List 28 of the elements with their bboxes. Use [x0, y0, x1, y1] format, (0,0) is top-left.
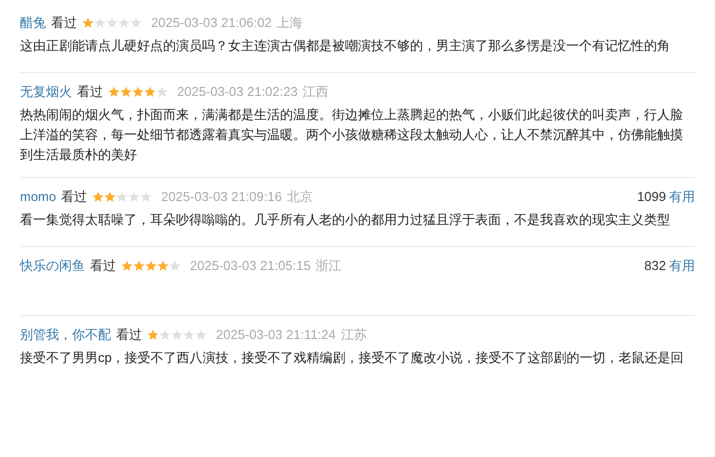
user-name-link[interactable]: 快乐の闲鱼 — [20, 257, 85, 275]
watch-status: 看过 — [51, 14, 77, 32]
comment-time: 2025-03-03 21:02:23 — [177, 83, 298, 101]
useful-link[interactable]: 有用 — [669, 188, 695, 206]
comment-location: 江苏 — [340, 326, 367, 344]
user-name-link[interactable]: 无复烟火 — [20, 83, 72, 101]
user-name-link[interactable]: momo — [20, 188, 56, 206]
comment-time: 2025-03-03 21:11:24 — [216, 326, 336, 344]
comment-location: 江西 — [302, 83, 329, 101]
watch-status: 看过 — [61, 188, 88, 206]
user-name-link[interactable]: 醋兔 — [20, 14, 46, 32]
comment-text: 这由正剧能请点儿硬好点的演员吗？女主连演古偶都是被嘲演技不够的，男主演了那么多愣是没一个有记忆性的角 — [20, 37, 671, 55]
comment-time: 2025-03-03 21:06:02 — [151, 14, 272, 32]
watch-status: 看过 — [90, 257, 116, 275]
user-name-link[interactable]: 别管我，你不配 — [20, 326, 111, 344]
comment-text: 接受不了男男cp，接受不了西八演技，接受不了戏精编剧，接受不了魔改小说，接受不了这部剧的一切，老鼠还是回 — [20, 349, 685, 367]
comment-text: 热热闹闹的烟火气，扑面而来，满满都是生活的温度。街边摊位上蒸腾起的热气，小贩们此起彼伏的叫卖声，行人脸上洋溢的笑容，每一处细节都透露着真实与温暖。两个小孩做糖稀这段太触动人心，让人不禁沉醉其中，仿佛能触摸到生活最质朴的美好 — [20, 106, 684, 164]
watch-status: 看过 — [116, 326, 142, 344]
comment-location: 上海 — [276, 14, 303, 32]
useful-count: 832 — [644, 257, 666, 275]
comment-location: 北京 — [286, 188, 313, 206]
comment-location: 浙江 — [316, 257, 342, 275]
comment-text: 看一集觉得太聒噪了，耳朵吵得嗡嗡的。几乎所有人老的小的都用力过猛且浮于表面，不是我喜欢的现实主义类型 — [20, 211, 671, 229]
watch-status: 看过 — [77, 83, 103, 101]
useful-link[interactable]: 有用 — [669, 257, 695, 275]
comment-time: 2025-03-03 21:09:16 — [161, 188, 282, 206]
useful-count: 1099 — [637, 188, 666, 206]
comment-time: 2025-03-03 21:05:15 — [190, 257, 311, 275]
